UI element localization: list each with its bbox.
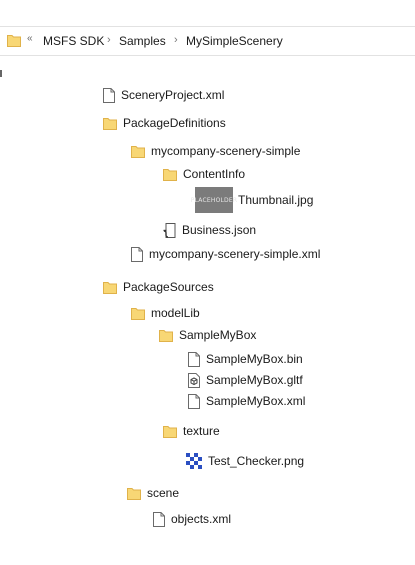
- tree-item-label: Business.json: [182, 223, 257, 237]
- tree-item-label: mycompany-scenery-simple: [151, 144, 301, 158]
- tree-item-label: Thumbnail.jpg: [238, 193, 314, 207]
- image-thumbnail: PLACEHOLDER: [191, 187, 237, 213]
- tree-item-label: PackageDefinitions: [123, 116, 226, 130]
- address-bar[interactable]: « MSFS SDK › Samples › MySimpleScenery: [0, 26, 415, 56]
- tree-item-label: SceneryProject.xml: [121, 88, 225, 102]
- tree-item-scene[interactable]: scene: [127, 483, 179, 503]
- tree-item-business-json[interactable]: Business.json: [163, 220, 256, 240]
- overflow-chevron-icon[interactable]: «: [27, 33, 33, 44]
- tree-item-samplemybox-gltf[interactable]: SampleMyBox.gltf: [188, 370, 303, 390]
- tree-item-packagesources[interactable]: PackageSources: [103, 277, 214, 297]
- folder-icon: [103, 281, 117, 294]
- tree-item-samplemybox[interactable]: SampleMyBox: [159, 325, 256, 345]
- scroll-edge-marker: [0, 70, 2, 77]
- breadcrumb-mysimplescenery[interactable]: MySimpleScenery: [186, 34, 283, 48]
- tree-item-label: SampleMyBox.xml: [206, 394, 306, 408]
- folder-icon: [7, 34, 21, 47]
- breadcrumb-separator-icon[interactable]: ›: [174, 34, 178, 46]
- tree-item-samplemybox-xml[interactable]: SampleMyBox.xml: [188, 391, 305, 411]
- tree-item-samplemybox-bin[interactable]: SampleMyBox.bin: [188, 349, 303, 369]
- tree-item-label: SampleMyBox.bin: [206, 352, 303, 366]
- thumbnail-text: PLACEHOLDER: [190, 196, 238, 204]
- tree-item-sceneryproject-xml[interactable]: SceneryProject.xml: [103, 85, 224, 105]
- tree-item-label: objects.xml: [171, 512, 232, 526]
- folder-icon: [163, 168, 177, 181]
- document-icon: [188, 351, 200, 367]
- folder-icon: [131, 145, 145, 158]
- tree-item-objects-xml[interactable]: objects.xml: [153, 509, 231, 529]
- breadcrumb-msfs-sdk[interactable]: MSFS SDK: [43, 34, 104, 48]
- tree-item-label: Test_Checker.png: [208, 454, 305, 468]
- tree-item-label: ContentInfo: [183, 167, 246, 181]
- tree-item-test-checker-png[interactable]: Test_Checker.png: [186, 451, 304, 471]
- breadcrumb-samples[interactable]: Samples: [119, 34, 166, 48]
- tree-item-label: PackageSources: [123, 280, 214, 294]
- document-icon: [131, 246, 143, 262]
- tree-item-label: mycompany-scenery-simple.xml: [149, 247, 321, 261]
- folder-icon: [103, 117, 117, 130]
- folder-icon: [163, 425, 177, 438]
- tree-item-modellib[interactable]: modelLib: [131, 303, 200, 323]
- document-icon: [188, 393, 200, 409]
- tree-item-label: texture: [183, 424, 220, 438]
- tree-item-label: modelLib: [151, 306, 200, 320]
- breadcrumb-separator-icon[interactable]: ›: [107, 34, 111, 46]
- tree-item-label: SampleMyBox.gltf: [206, 373, 303, 387]
- tree-item-mycompany-scenery-simple[interactable]: mycompany-scenery-simple: [131, 141, 300, 161]
- tree-item-label: SampleMyBox: [179, 328, 257, 342]
- checker-image-icon: [186, 453, 202, 469]
- folder-icon: [127, 487, 141, 500]
- 3d-model-icon: [188, 372, 200, 388]
- json-file-icon: [163, 222, 176, 238]
- tree-item-label: scene: [147, 486, 180, 500]
- document-icon: [153, 511, 165, 527]
- document-icon: [103, 87, 115, 103]
- folder-icon: [159, 329, 173, 342]
- tree-item-contentinfo[interactable]: ContentInfo: [163, 164, 245, 184]
- tree-item-thumbnail-jpg[interactable]: PLACEHOLDER Thumbnail.jpg: [191, 187, 314, 213]
- tree-item-mycompany-scenery-simple-xml[interactable]: mycompany-scenery-simple.xml: [131, 244, 320, 264]
- tree-item-texture[interactable]: texture: [163, 421, 220, 441]
- folder-icon: [131, 307, 145, 320]
- tree-item-packagedefinitions[interactable]: PackageDefinitions: [103, 113, 226, 133]
